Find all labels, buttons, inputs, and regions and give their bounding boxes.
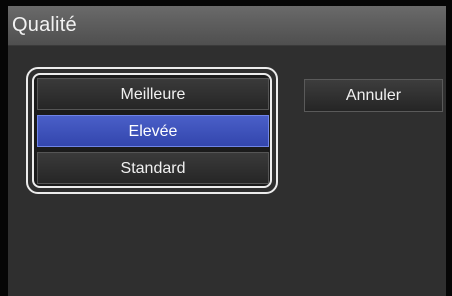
quality-dialog: Qualité Meilleure Elevée Standard Annule… bbox=[8, 6, 446, 296]
quality-option-list: Meilleure Elevée Standard bbox=[32, 73, 272, 188]
option-meilleure[interactable]: Meilleure bbox=[37, 78, 269, 110]
option-elevee[interactable]: Elevée bbox=[37, 115, 269, 147]
dialog-title: Qualité bbox=[12, 14, 77, 36]
device-frame: Qualité Meilleure Elevée Standard Annule… bbox=[0, 0, 452, 296]
cancel-button[interactable]: Annuler bbox=[304, 79, 443, 112]
title-bar: Qualité bbox=[8, 6, 446, 46]
option-standard[interactable]: Standard bbox=[37, 152, 269, 184]
quality-option-group: Meilleure Elevée Standard bbox=[26, 67, 278, 194]
